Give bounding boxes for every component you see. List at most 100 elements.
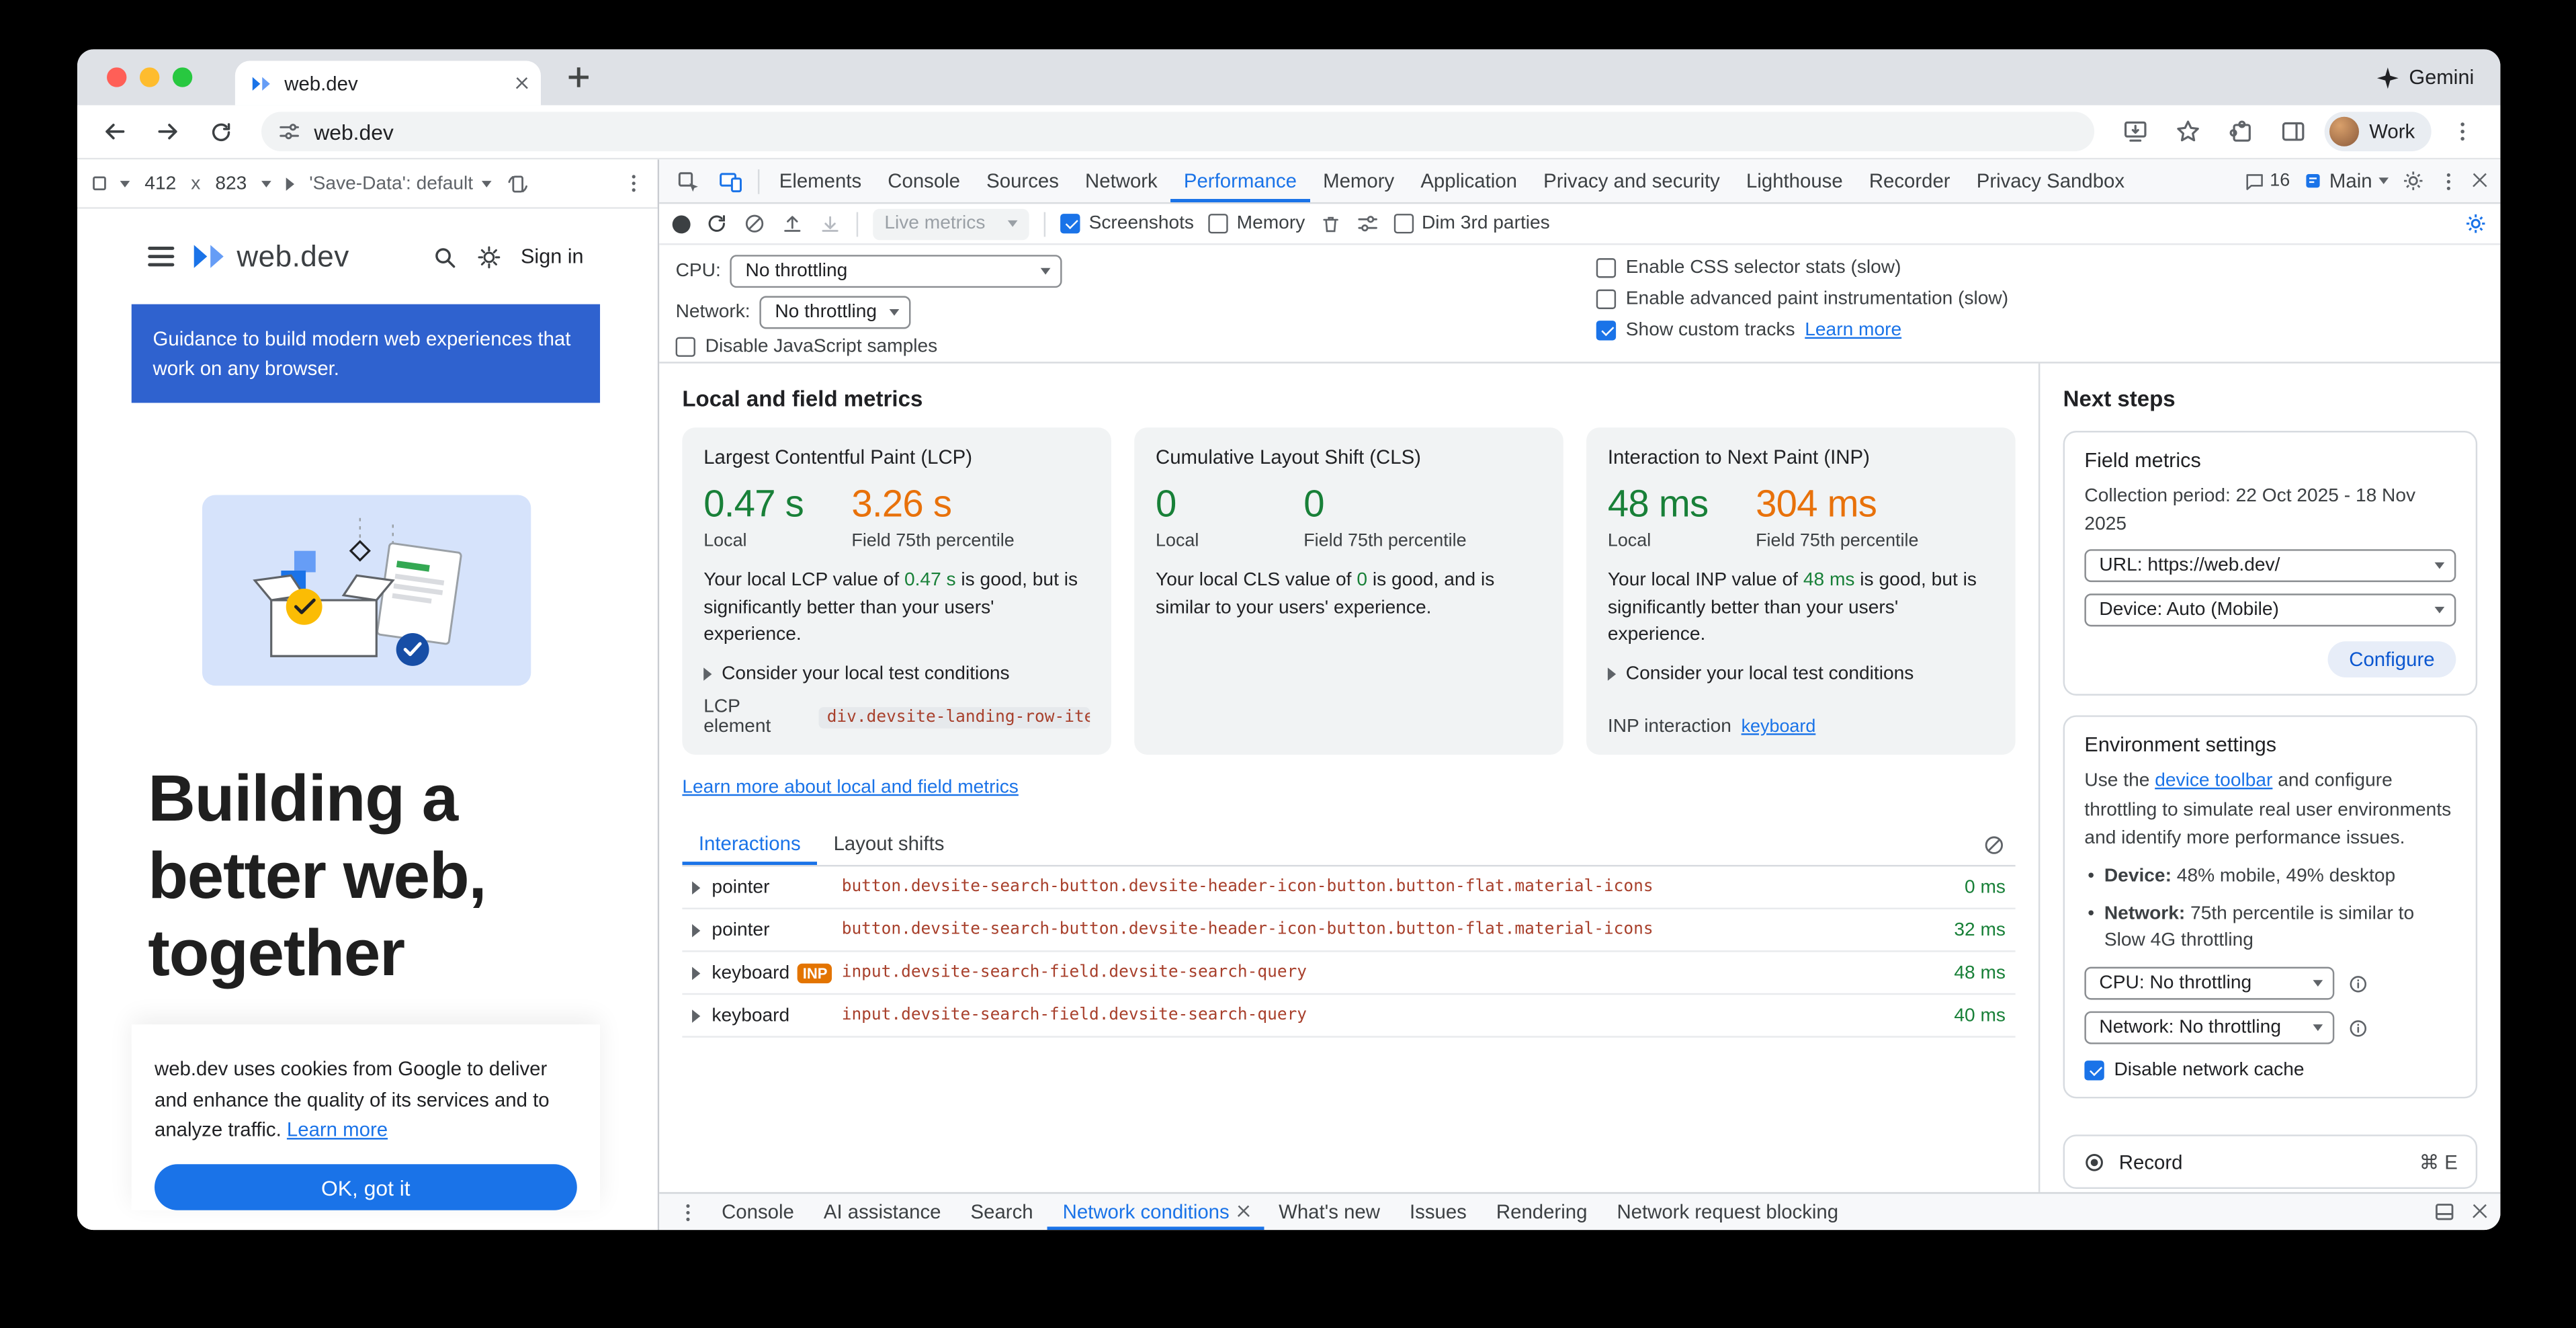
- record-button[interactable]: Record ⌘ E: [2063, 1134, 2478, 1189]
- rotate-device-icon[interactable]: [506, 172, 529, 195]
- drawer-tab-search[interactable]: Search: [956, 1194, 1048, 1230]
- css-selector-stats-checkbox[interactable]: Enable CSS selector stats (slow): [1596, 258, 2484, 278]
- side-panel-icon[interactable]: [2272, 110, 2315, 153]
- save-data-select[interactable]: 'Save-Data': default: [309, 173, 491, 193]
- devtools-settings-gear-icon[interactable]: [2402, 169, 2425, 192]
- drawer-tab-whats-new[interactable]: What's new: [1264, 1194, 1395, 1230]
- drawer-tab-ai-assistance[interactable]: AI assistance: [809, 1194, 956, 1230]
- history-select[interactable]: Live metrics: [873, 208, 1029, 239]
- lcp-element-node-link[interactable]: div.devsite-landing-row-item-d…: [818, 706, 1090, 728]
- lcp-consider-toggle[interactable]: Consider your local test conditions: [703, 665, 1090, 684]
- browser-menu-kebab-icon[interactable]: [2441, 110, 2484, 153]
- cookie-learn-more-link[interactable]: Learn more: [287, 1119, 388, 1142]
- new-tab-button[interactable]: [557, 56, 600, 99]
- download-profile-icon[interactable]: [818, 212, 841, 235]
- configure-button[interactable]: Configure: [2327, 642, 2456, 678]
- capture-settings-gear-icon[interactable]: [2464, 212, 2487, 235]
- cookie-ok-button[interactable]: OK, got it: [155, 1164, 577, 1210]
- network-info-icon[interactable]: [2348, 1018, 2369, 1039]
- field-url-select[interactable]: URL: https://web.dev/: [2084, 550, 2456, 583]
- devtools-tab-privacy-security[interactable]: Privacy and security: [1531, 159, 1733, 202]
- interactions-tab[interactable]: Interactions: [682, 824, 817, 865]
- back-button[interactable]: [93, 110, 136, 153]
- clear-icon[interactable]: [743, 212, 766, 235]
- clear-log-icon[interactable]: [1983, 833, 2016, 856]
- drawer-tab-network-conditions[interactable]: Network conditions: [1048, 1194, 1264, 1230]
- custom-tracks-learn-more-link[interactable]: Learn more: [1805, 321, 1901, 340]
- env-network-select[interactable]: Network: No throttling: [2084, 1011, 2334, 1044]
- dim-third-parties-checkbox[interactable]: Dim 3rd parties: [1393, 214, 1549, 233]
- zoom-window-button[interactable]: [173, 67, 192, 87]
- interaction-row[interactable]: keyboard input.devsite-search-field.devs…: [682, 995, 2015, 1038]
- browser-tab[interactable]: web.dev: [235, 61, 541, 106]
- close-tab-icon[interactable]: [1238, 1206, 1249, 1218]
- site-settings-icon[interactable]: [277, 120, 300, 143]
- sign-in-link[interactable]: Sign in: [521, 245, 584, 268]
- disclosure-triangle-icon[interactable]: [692, 966, 700, 979]
- omnibox[interactable]: web.dev: [261, 112, 2095, 151]
- devtools-tab-memory[interactable]: Memory: [1310, 159, 1408, 202]
- forward-button[interactable]: [146, 110, 189, 153]
- drawer-more-tools-kebab-icon[interactable]: [669, 1194, 707, 1230]
- devtools-tab-performance[interactable]: Performance: [1170, 159, 1310, 202]
- devtools-tab-console[interactable]: Console: [875, 159, 974, 202]
- dock-drawer-icon[interactable]: [2433, 1200, 2456, 1223]
- hamburger-menu-icon[interactable]: [148, 247, 174, 266]
- device-toolbar-menu-kebab-icon[interactable]: [623, 173, 644, 194]
- devtools-tab-sources[interactable]: Sources: [974, 159, 1072, 202]
- disclosure-triangle-icon[interactable]: [692, 880, 700, 894]
- bookmark-star-icon[interactable]: [2167, 110, 2210, 153]
- devtools-tab-application[interactable]: Application: [1408, 159, 1531, 202]
- gemini-button[interactable]: Gemini: [2378, 66, 2474, 89]
- search-icon[interactable]: [432, 244, 457, 269]
- console-messages-count[interactable]: 16: [2243, 170, 2290, 192]
- extensions-icon[interactable]: [2220, 110, 2263, 153]
- layout-shifts-tab[interactable]: Layout shifts: [817, 824, 961, 865]
- drawer-tab-network-request-blocking[interactable]: Network request blocking: [1602, 1194, 1853, 1230]
- device-toolbar-link[interactable]: device toolbar: [2155, 772, 2272, 791]
- webdev-logo[interactable]: web.dev: [192, 239, 349, 274]
- upload-profile-icon[interactable]: [781, 212, 804, 235]
- devtools-tab-network[interactable]: Network: [1072, 159, 1170, 202]
- record-and-reload-icon[interactable]: [705, 212, 728, 235]
- collect-garbage-icon[interactable]: [1320, 213, 1341, 235]
- drawer-tab-rendering[interactable]: Rendering: [1482, 1194, 1602, 1230]
- close-window-button[interactable]: [107, 67, 126, 87]
- context-selector[interactable]: Main: [2303, 169, 2389, 192]
- record-icon[interactable]: [673, 214, 691, 233]
- inspect-element-icon[interactable]: [666, 159, 709, 202]
- cpu-throttling-select[interactable]: No throttling: [731, 255, 1063, 288]
- devtools-close-icon[interactable]: [2473, 173, 2487, 188]
- device-height-input[interactable]: 823: [215, 173, 247, 193]
- minimize-window-button[interactable]: [140, 67, 159, 87]
- zoom-select-chevron-icon[interactable]: [261, 180, 271, 187]
- devtools-tab-privacy-sandbox[interactable]: Privacy Sandbox: [1963, 159, 2137, 202]
- interaction-row[interactable]: keyboardINP input.devsite-search-field.d…: [682, 952, 2015, 995]
- throttling-sliders-icon[interactable]: [1356, 212, 1379, 235]
- profile-chip[interactable]: Work: [2325, 112, 2432, 151]
- interaction-row[interactable]: pointer button.devsite-search-button.dev…: [682, 909, 2015, 952]
- disclosure-triangle-icon[interactable]: [692, 1009, 700, 1022]
- device-width-input[interactable]: 412: [144, 173, 176, 193]
- drawer-tab-issues[interactable]: Issues: [1395, 1194, 1482, 1230]
- field-device-select[interactable]: Device: Auto (Mobile): [2084, 594, 2456, 627]
- memory-checkbox[interactable]: Memory: [1209, 214, 1305, 233]
- inp-interaction-link[interactable]: keyboard: [1742, 717, 1816, 737]
- interaction-row[interactable]: pointer button.devsite-search-button.dev…: [682, 866, 2015, 909]
- screenshots-checkbox[interactable]: Screenshots: [1061, 214, 1194, 233]
- throttle-select-chevron-icon[interactable]: [286, 177, 294, 190]
- network-throttling-select[interactable]: No throttling: [760, 296, 911, 329]
- show-custom-tracks-checkbox[interactable]: Show custom tracks Learn more: [1596, 321, 2484, 340]
- cpu-info-icon[interactable]: [2348, 972, 2369, 994]
- devtools-tab-elements[interactable]: Elements: [766, 159, 875, 202]
- reload-button[interactable]: [199, 110, 242, 153]
- device-mode-icon[interactable]: [709, 159, 752, 202]
- inp-consider-toggle[interactable]: Consider your local test conditions: [1608, 665, 1994, 684]
- devtools-tab-lighthouse[interactable]: Lighthouse: [1733, 159, 1856, 202]
- devtools-menu-kebab-icon[interactable]: [2438, 170, 2459, 192]
- tab-close-icon[interactable]: [516, 77, 527, 89]
- env-cpu-select[interactable]: CPU: No throttling: [2084, 967, 2334, 1000]
- disclosure-triangle-icon[interactable]: [692, 923, 700, 937]
- install-icon[interactable]: [2114, 110, 2157, 153]
- theme-toggle-sun-icon[interactable]: [476, 244, 501, 269]
